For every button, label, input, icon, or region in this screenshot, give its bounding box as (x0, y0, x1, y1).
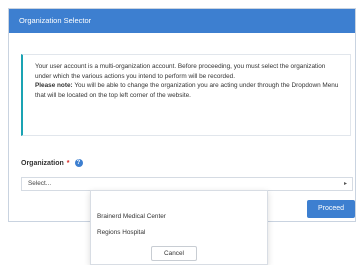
notice-main-text: Your user account is a multi-organizatio… (35, 63, 326, 80)
organization-dropdown: Brainerd Medical Center Regions Hospital… (90, 190, 268, 265)
modal-title: Organization Selector (9, 9, 355, 33)
organization-select[interactable]: Select... ▸ (21, 177, 353, 191)
help-icon[interactable]: ? (74, 159, 83, 167)
required-marker: * (66, 159, 70, 167)
info-notice: Your user account is a multi-organizatio… (21, 54, 351, 136)
screen: Organization Selector Your user account … (0, 0, 356, 265)
note-label: Please note: (35, 82, 73, 89)
chevron-right-icon: ▸ (343, 181, 347, 187)
select-value: Select... (28, 180, 52, 187)
dropdown-item-brainerd[interactable]: Brainerd Medical Center (97, 213, 166, 220)
proceed-button[interactable]: Proceed (307, 200, 355, 218)
notice-text: Your user account is a multi-organizatio… (35, 62, 342, 100)
cancel-button[interactable]: Cancel (151, 246, 197, 261)
dropdown-item-regions[interactable]: Regions Hospital (97, 229, 145, 236)
organization-label: Organization (21, 159, 64, 167)
note-text: You will be able to change the organizat… (35, 82, 339, 99)
organization-label-row: Organization * ? (21, 159, 83, 167)
